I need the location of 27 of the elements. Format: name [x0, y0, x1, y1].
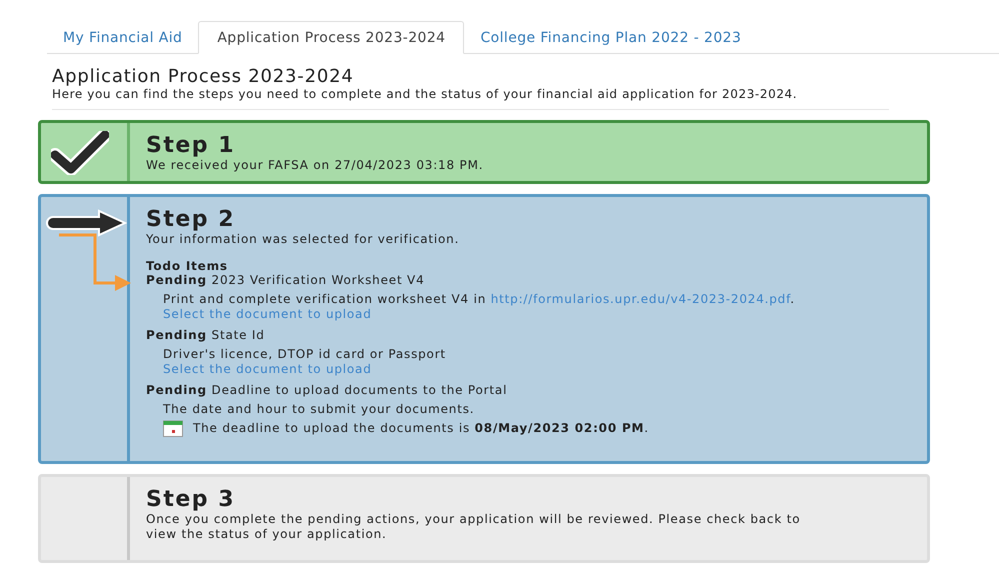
upload-link[interactable]: Select the document to upload: [163, 307, 372, 322]
deadline-text: The deadline to upload the documents is 08/May/2023 02:00 PM.: [193, 421, 649, 436]
step-title: Step 3: [146, 487, 236, 512]
step-text: Your information was selected for verification.: [146, 232, 460, 247]
todo-detail: Print and complete verification worksheet V4 in: [163, 292, 486, 306]
period-text: .: [790, 292, 795, 306]
page-title: Application Process 2023-2024: [52, 66, 355, 87]
todo-item-title: Pending Deadline to upload documents to the Portal: [146, 383, 508, 398]
tab[interactable]: Application Process 2023-2024: [198, 21, 464, 54]
arrow-right-icon: [43, 209, 127, 237]
step-title: Step 1: [146, 133, 236, 158]
tab[interactable]: My Financial Aid: [47, 21, 198, 54]
document-link[interactable]: http://formularios.upr.edu/v4-2023-2024.pdf: [490, 292, 790, 306]
todo-heading: Todo Items: [146, 259, 229, 273]
calendar-icon: [163, 420, 183, 437]
upload-link[interactable]: Select the document to upload: [163, 362, 372, 377]
checkmark-icon: [51, 131, 109, 175]
todo-item-title: Pending State Id: [146, 328, 266, 343]
step-text: We received your FAFSA on 27/04/2023 03:18 PM.: [146, 158, 484, 173]
annotation-arrow-icon: [57, 233, 131, 291]
todo-detail: Driver's licence, DTOP id card or Passport: [163, 347, 447, 362]
todo-detail: The date and hour to submit your documents.: [163, 402, 476, 417]
step-title: Step 2: [146, 207, 236, 232]
todo-item-title: Pending 2023 Verification Worksheet V4: [146, 273, 426, 288]
page-description: Here you can find the steps you need to complete and the status of your financial aid application for 2023-2024.: [52, 87, 798, 101]
step-text: Once you complete the pending actions, your application will be reviewed. Please check back to view the status of your application.: [146, 512, 802, 542]
tab[interactable]: College Financing Plan 2022 - 2023: [464, 21, 758, 54]
